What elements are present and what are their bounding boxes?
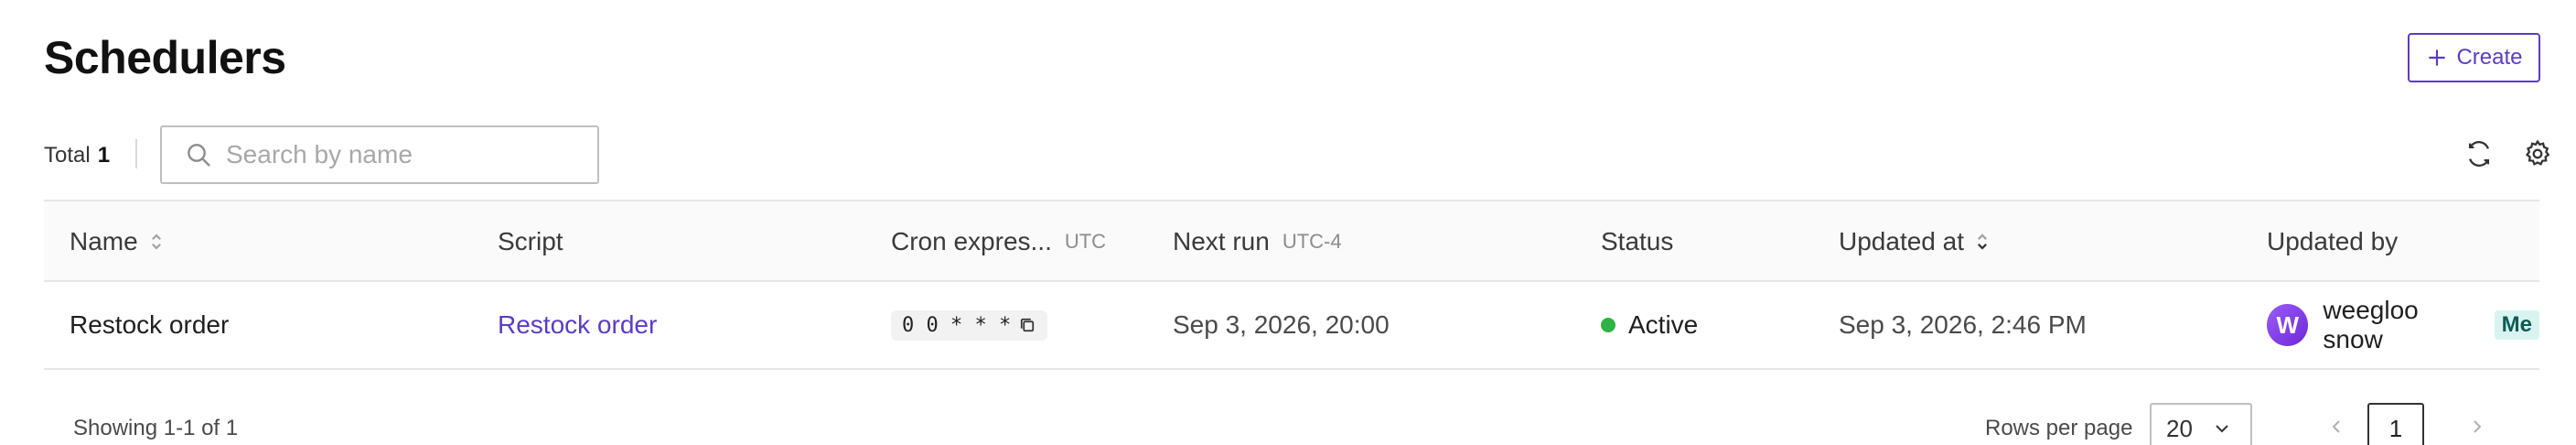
settings-button[interactable] [2521,137,2554,170]
prev-page-button[interactable] [2316,407,2356,445]
refresh-button[interactable] [2463,137,2496,170]
copy-icon[interactable] [1018,316,1036,334]
cell-updated-by: W weegloo snow Me [2267,282,2539,368]
column-header-script: Script [498,201,564,282]
column-updated-by-label: Updated by [2267,227,2399,255]
column-header-next-run: Next run UTC-4 [1173,201,1342,282]
cron-code: 0 0 * * * [891,309,1048,341]
chevron-down-icon [2216,425,2228,433]
column-name-label: Name [70,227,138,255]
total-value: 1 [97,143,111,168]
column-status-label: Status [1601,227,1674,255]
search-input[interactable] [226,140,574,169]
showing-count: Showing 1-1 of 1 [73,416,239,440]
cron-expression: 0 0 * * * [902,313,1012,337]
column-updated-at-label: Updated at [1839,227,1964,255]
status-dot [1601,318,1615,332]
search-box[interactable] [160,125,599,184]
rows-per-page-select[interactable]: 20 [2150,403,2252,445]
updated-by-name: weegloo snow [2323,296,2419,353]
page-title: Schedulers [44,32,286,83]
column-next-run-label: Next run [1173,227,1270,255]
refresh-icon [2468,141,2490,167]
avatar: W [2267,304,2309,346]
next-page-button[interactable] [2457,407,2497,445]
column-header-updated-at[interactable]: Updated at [1839,201,1991,282]
column-header-status: Status [1601,201,1673,282]
create-button[interactable]: Create [2408,33,2540,82]
plus-icon [2429,49,2446,66]
status-text: Active [1628,310,1699,339]
column-header-name[interactable]: Name [70,201,166,282]
avatar-letter: W [2276,310,2299,339]
cell-status: Active [1601,282,1698,368]
column-header-updated-by: Updated by [2267,201,2398,282]
rows-per-page-label: Rows per page [1985,416,2133,440]
cell-cron: 0 0 * * * [891,282,1048,368]
me-badge: Me [2494,310,2539,340]
column-header-cron: Cron expres... UTC [891,201,1106,282]
total-label: Total [44,143,91,168]
next-run-timezone-label: UTC-4 [1282,230,1342,253]
cron-timezone-label: UTC [1064,230,1107,253]
script-link[interactable]: Restock order [498,282,657,368]
table-row[interactable]: Restock order Restock order 0 0 * * * Se… [44,282,2539,370]
column-script-label: Script [498,227,564,255]
cell-name: Restock order [70,310,230,339]
cell-updated-at: Sep 3, 2026, 2:46 PM [1839,310,2087,339]
chevron-right-icon [2474,420,2482,433]
toolbar-divider [135,139,137,168]
total-count: Total 1 [44,143,110,168]
sort-desc-icon [1978,233,1987,250]
schedulers-table: Name Script Cron expres... UTC Next run … [44,200,2539,370]
sort-icon [151,233,161,250]
gear-icon [2525,139,2550,166]
column-cron-label: Cron expres... [891,227,1052,255]
table-header: Name Script Cron expres... UTC Next run … [44,200,2539,282]
chevron-left-icon [2332,420,2340,433]
cell-next-run: Sep 3, 2026, 20:00 [1173,310,1390,339]
page-number-button[interactable]: 1 [2367,403,2424,445]
create-button-label: Create [2456,45,2523,70]
search-icon [188,144,210,167]
rows-per-page-value: 20 [2166,414,2193,442]
